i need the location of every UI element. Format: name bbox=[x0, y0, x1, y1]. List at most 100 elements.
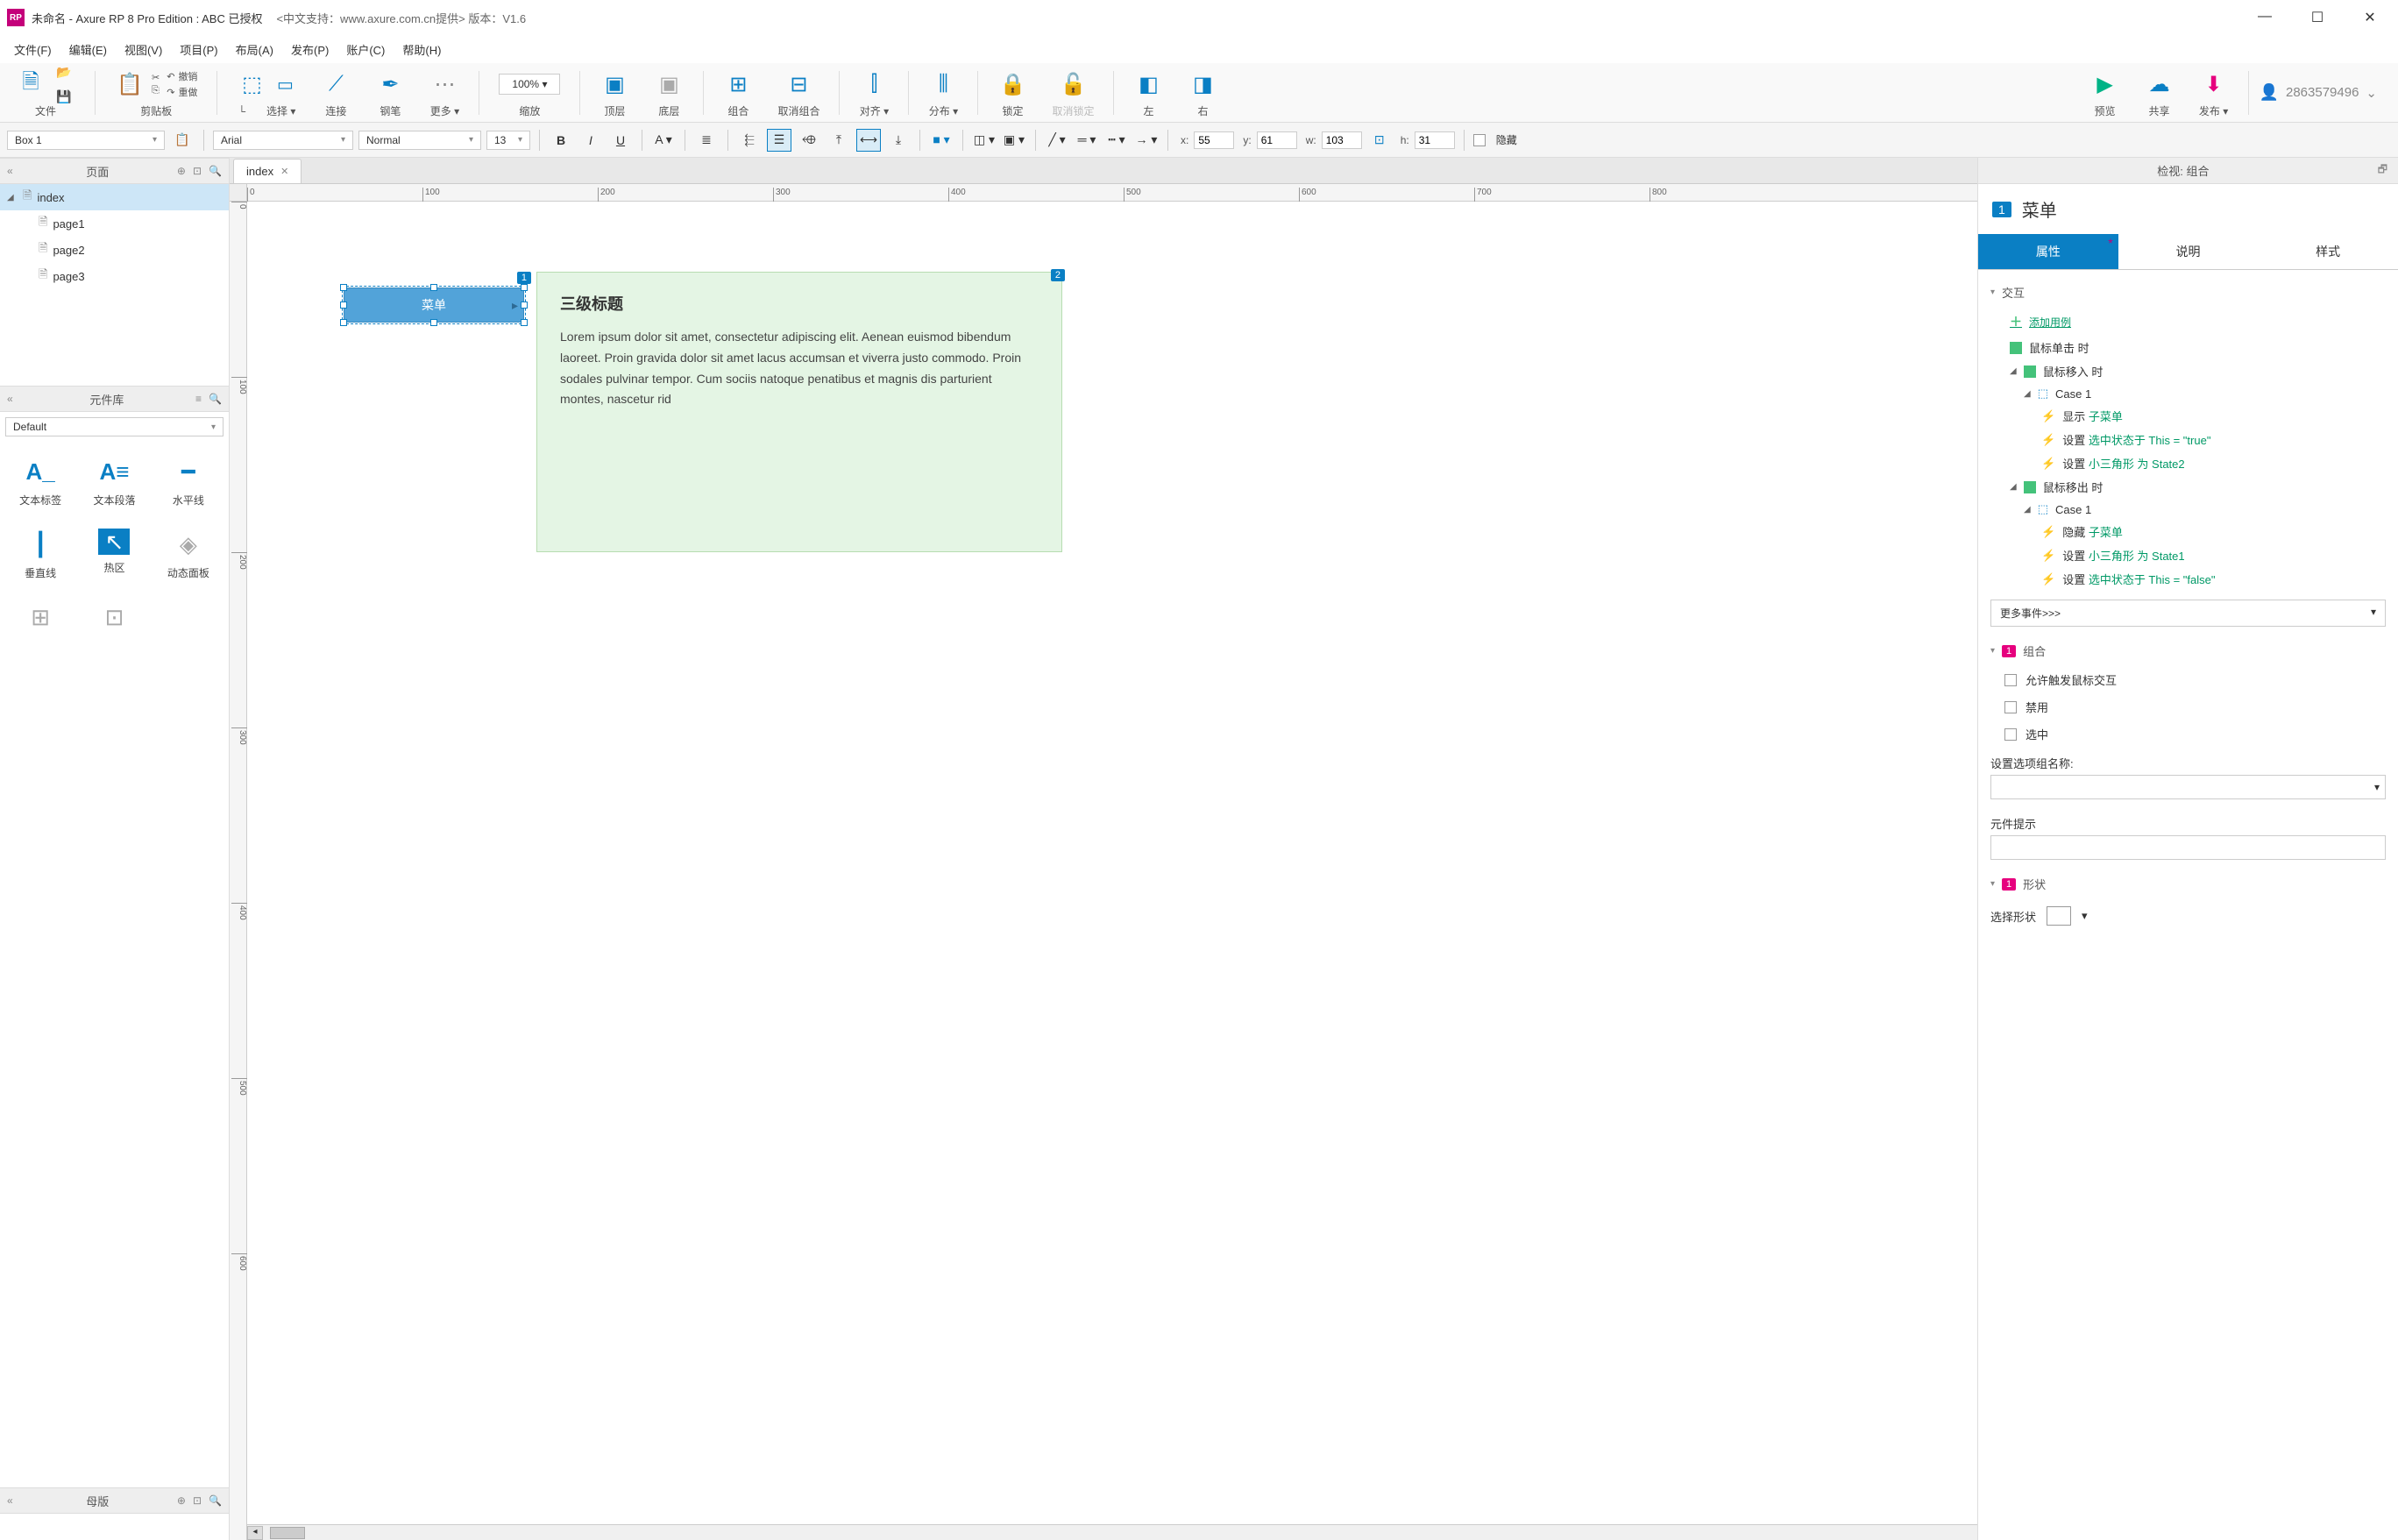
hidden-checkbox[interactable] bbox=[1473, 134, 1486, 146]
widget-dynamic-panel[interactable]: ◈动态面板 bbox=[155, 522, 222, 587]
menu-help[interactable]: 帮助(H) bbox=[395, 38, 448, 61]
unlock-icon[interactable]: 🔓 bbox=[1058, 69, 1088, 99]
copy-button[interactable]: ⎘ bbox=[152, 85, 160, 96]
page-item-page3[interactable]: 🗎page3 bbox=[0, 263, 229, 289]
footnote-badge-2[interactable]: 2 bbox=[1051, 269, 1065, 281]
pages-collapse-icon[interactable]: « bbox=[7, 165, 13, 177]
footnote-number[interactable]: 1 bbox=[1992, 202, 2011, 217]
font-size-select[interactable]: 13▾ bbox=[486, 131, 530, 150]
open-file-icon[interactable]: 📂 bbox=[53, 60, 75, 83]
lock-icon[interactable]: 🔒 bbox=[997, 69, 1027, 99]
menu-arrange[interactable]: 布局(A) bbox=[229, 38, 280, 61]
selected-checkbox[interactable]: 选中 bbox=[1978, 720, 2398, 748]
action-show-submenu[interactable]: ⚡显示 子菜单 bbox=[1978, 404, 2398, 428]
design-canvas[interactable]: 菜单 ▸ 1 2 bbox=[247, 202, 1977, 1524]
menu-project[interactable]: 项目(P) bbox=[173, 38, 224, 61]
share-icon[interactable]: ☁ bbox=[2145, 69, 2175, 99]
search-pages-icon[interactable]: 🔍 bbox=[209, 165, 222, 177]
close-tab-icon[interactable]: ✕ bbox=[280, 166, 288, 177]
event-onmouseout[interactable]: ◢鼠标移出 时 bbox=[1978, 475, 2398, 499]
x-input[interactable] bbox=[1194, 131, 1234, 149]
case-1-out[interactable]: ◢⬚Case 1 bbox=[1978, 499, 2398, 520]
action-set-selected-true[interactable]: ⚡设置 选中状态于 This = "true" bbox=[1978, 428, 2398, 451]
italic-button[interactable]: I bbox=[578, 129, 603, 152]
widget-text-paragraph[interactable]: A≡文本段落 bbox=[81, 449, 147, 515]
tab-index[interactable]: index✕ bbox=[233, 159, 302, 183]
user-id[interactable]: 2863579496 bbox=[2286, 85, 2359, 100]
underline-button[interactable]: U bbox=[608, 129, 633, 152]
add-master-icon[interactable]: ⊕ bbox=[177, 1494, 186, 1507]
widget-horizontal-line[interactable]: ━水平线 bbox=[155, 449, 222, 515]
outer-shadow-button[interactable]: ◫ ▾ bbox=[972, 129, 997, 152]
close-button[interactable]: ✕ bbox=[2359, 9, 2380, 26]
disabled-checkbox[interactable]: 禁用 bbox=[1978, 693, 2398, 720]
widget-hot-spot[interactable]: ↖热区 bbox=[81, 522, 147, 587]
right-panel-icon[interactable]: ◨ bbox=[1188, 69, 1217, 99]
scroll-thumb[interactable] bbox=[270, 1527, 305, 1539]
preview-icon[interactable]: ▶ bbox=[2090, 69, 2120, 99]
action-set-triangle-state2[interactable]: ⚡设置 小三角形 为 State2 bbox=[1978, 451, 2398, 475]
event-onclick[interactable]: 鼠标单击 时 bbox=[1978, 336, 2398, 359]
event-onmousein[interactable]: ◢鼠标移入 时 bbox=[1978, 359, 2398, 383]
distribute-label[interactable]: 分布 bbox=[929, 105, 950, 117]
bullet-list-button[interactable]: ≣ bbox=[694, 129, 719, 152]
h-input[interactable] bbox=[1415, 131, 1455, 149]
masters-collapse-icon[interactable]: « bbox=[7, 1494, 13, 1507]
text-color-button[interactable]: A ▾ bbox=[651, 129, 676, 152]
cut-button[interactable]: ✂ bbox=[152, 72, 160, 83]
widget-vertical-line[interactable]: ┃垂直线 bbox=[7, 522, 74, 587]
action-set-triangle-state1[interactable]: ⚡设置 小三角形 为 State1 bbox=[1978, 543, 2398, 567]
library-set-select[interactable]: Default▾ bbox=[5, 417, 223, 436]
bring-front-icon[interactable]: ▣ bbox=[600, 69, 629, 99]
menu-box[interactable]: 菜单 ▸ bbox=[344, 287, 524, 323]
footnote-badge-1[interactable]: 1 bbox=[517, 272, 531, 284]
bold-button[interactable]: B bbox=[549, 129, 573, 152]
more-events-select[interactable]: 更多事件>>>▾ bbox=[1990, 600, 2386, 627]
user-dropdown-icon[interactable]: ⌄ bbox=[2366, 85, 2377, 101]
zoom-input[interactable]: 100% ▾ bbox=[499, 74, 560, 95]
allow-mouse-ix-checkbox[interactable]: 允许触发鼠标交互 bbox=[1978, 666, 2398, 693]
action-hide-submenu[interactable]: ⚡隐藏 子菜单 bbox=[1978, 520, 2398, 543]
w-input[interactable] bbox=[1322, 131, 1362, 149]
line-color-button[interactable]: ╱ ▾ bbox=[1045, 129, 1069, 152]
send-back-icon[interactable]: ▣ bbox=[654, 69, 684, 99]
new-file-icon[interactable]: 🗎 bbox=[16, 69, 46, 99]
note-widget[interactable]: 2 三级标题 Lorem ipsum dolor sit amet, conse… bbox=[536, 272, 1062, 552]
font-family-select[interactable]: Arial▾ bbox=[213, 131, 353, 150]
paste-icon[interactable]: 📋 bbox=[115, 69, 145, 99]
search-library-icon[interactable]: 🔍 bbox=[209, 393, 222, 405]
distribute-icon[interactable]: ⫼ bbox=[928, 69, 958, 99]
add-page-icon[interactable]: ⊕ bbox=[177, 165, 186, 177]
inspector-popout-icon[interactable]: 🗗 bbox=[2378, 161, 2387, 180]
selection-group-input[interactable]: ▾ bbox=[1990, 775, 2386, 799]
menu-edit[interactable]: 编辑(E) bbox=[62, 38, 114, 61]
action-set-selected-false[interactable]: ⚡设置 选中状态于 This = "false" bbox=[1978, 567, 2398, 591]
align-center-button[interactable]: ☰ bbox=[767, 129, 791, 152]
widget-more-2[interactable]: ⊡ bbox=[81, 594, 147, 640]
line-style-button[interactable]: ┅ ▾ bbox=[1104, 129, 1129, 152]
tab-style[interactable]: 样式 bbox=[2258, 234, 2398, 269]
tab-notes[interactable]: 说明 bbox=[2118, 234, 2259, 269]
select-shape-row[interactable]: 选择形状▾ bbox=[1978, 899, 2398, 933]
menu-file[interactable]: 文件(F) bbox=[7, 38, 59, 61]
line-width-button[interactable]: ═ ▾ bbox=[1075, 129, 1099, 152]
valign-middle-button[interactable]: ⟷ bbox=[856, 129, 881, 152]
maximize-button[interactable]: ☐ bbox=[2307, 9, 2328, 26]
widget-more-1[interactable]: ⊞ bbox=[7, 594, 74, 640]
align-right-button[interactable]: ⬲ bbox=[797, 129, 821, 152]
valign-bottom-button[interactable]: ⤓ bbox=[886, 129, 911, 152]
menu-account[interactable]: 账户(C) bbox=[339, 38, 392, 61]
align-label[interactable]: 对齐 bbox=[860, 105, 881, 117]
menu-widget-group[interactable]: 菜单 ▸ 1 bbox=[344, 272, 524, 326]
add-case-link[interactable]: ＋添加用例 bbox=[1978, 308, 2398, 336]
align-left-button[interactable]: ⬱ bbox=[737, 129, 762, 152]
pen-tool-icon[interactable]: ✒ bbox=[375, 69, 405, 99]
widget-name-display[interactable]: 菜单 bbox=[2022, 196, 2057, 222]
widget-text-label[interactable]: A_文本标签 bbox=[7, 449, 74, 515]
fill-color-button[interactable]: ■ ▾ bbox=[929, 129, 954, 152]
tab-properties[interactable]: 属性* bbox=[1978, 234, 2118, 269]
page-item-page1[interactable]: 🗎page1 bbox=[0, 210, 229, 237]
arrow-style-button[interactable]: → ▾ bbox=[1134, 129, 1159, 152]
redo-button[interactable]: ↷重做 bbox=[167, 85, 197, 99]
widget-name-input[interactable]: Box 1▾ bbox=[7, 131, 165, 150]
